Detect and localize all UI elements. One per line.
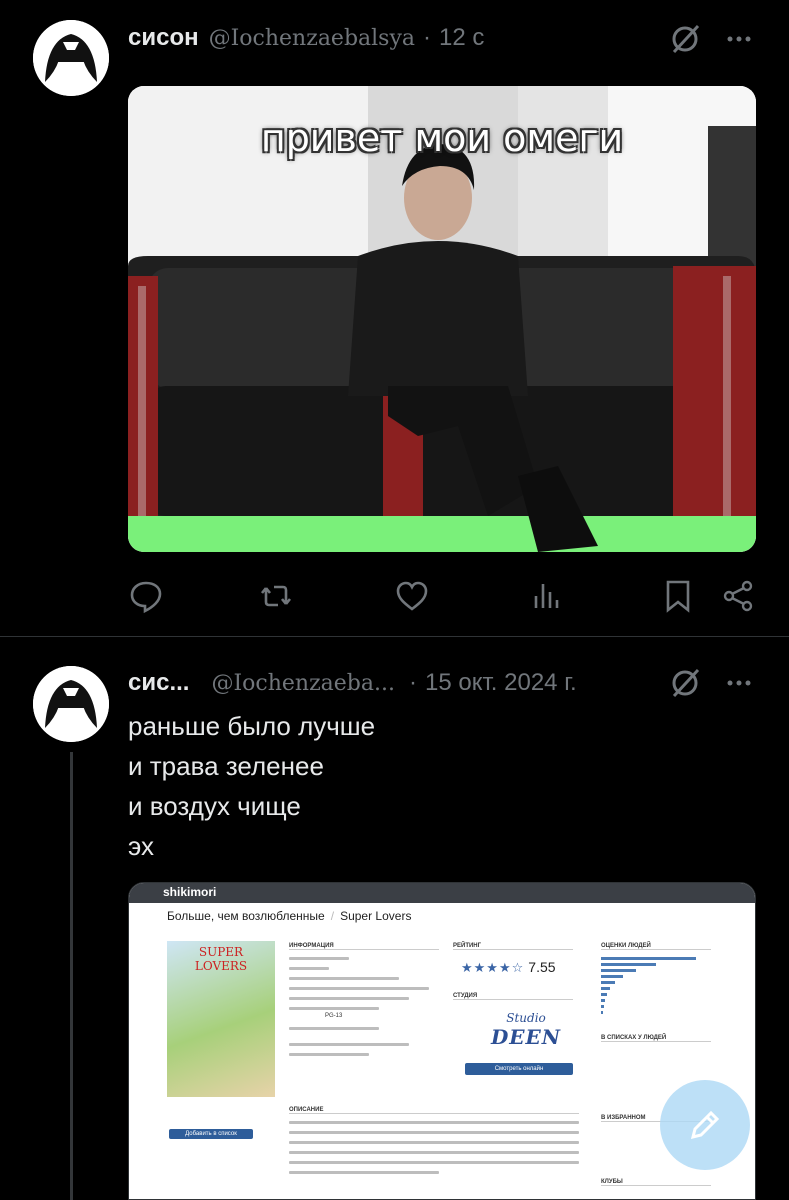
grok-icon[interactable] bbox=[668, 666, 702, 700]
tweet-line: эх bbox=[128, 831, 154, 861]
info-line bbox=[289, 987, 429, 990]
studio-line1: Studio bbox=[506, 1011, 546, 1025]
score-bar bbox=[601, 993, 607, 996]
views-icon[interactable] bbox=[528, 578, 564, 614]
score-bar bbox=[601, 987, 610, 990]
anime-title: Больше, чем возлюбленные / Super Lovers bbox=[167, 909, 412, 923]
post-1[interactable]: сисон @Iochenzaebalsya · 12 с привет мои… bbox=[0, 0, 789, 636]
info-line bbox=[289, 1007, 379, 1010]
separator-dot: · bbox=[423, 24, 432, 51]
studio-logo: Studio DEEN bbox=[481, 1011, 571, 1049]
score-bar bbox=[601, 957, 696, 960]
section-description: ОПИСАНИЕ bbox=[289, 1107, 579, 1114]
compose-button[interactable] bbox=[660, 1080, 750, 1170]
description-line bbox=[289, 1161, 579, 1164]
score-bar bbox=[601, 975, 623, 978]
info-line bbox=[289, 977, 399, 980]
user-handle[interactable]: @Iochenzaeba... bbox=[211, 671, 395, 696]
section-scores: ОЦЕНКИ ЛЮДЕЙ bbox=[601, 943, 711, 950]
post-time[interactable]: 12 с bbox=[439, 24, 484, 52]
action-bar bbox=[128, 578, 758, 618]
studio-line2: DEEN bbox=[490, 1025, 562, 1049]
info-line bbox=[289, 967, 329, 970]
post-image-screenshot[interactable]: shikimori Больше, чем возлюбленные / Super… bbox=[128, 882, 756, 1200]
score-bar bbox=[601, 963, 656, 966]
thread-line bbox=[70, 752, 73, 1200]
tweet-line: и трава зеленее bbox=[128, 751, 324, 781]
tweet-line: и воздух чище bbox=[128, 791, 301, 821]
section-info: ИНФОРМАЦИЯ bbox=[289, 943, 439, 950]
section-studio: СТУДИЯ bbox=[453, 993, 573, 1000]
anime-title-ru: Больше, чем возлюбленные bbox=[167, 909, 325, 923]
separator-dot: · bbox=[408, 669, 417, 696]
rating-score: 7.55 bbox=[528, 959, 556, 975]
avatar[interactable] bbox=[33, 666, 109, 742]
site-logo: shikimori bbox=[163, 885, 217, 899]
avatar[interactable] bbox=[33, 20, 109, 96]
display-name[interactable]: сисон bbox=[128, 24, 199, 52]
info-line bbox=[289, 997, 409, 1000]
image-caption: привет мои омеги bbox=[260, 116, 624, 160]
anime-title-en: Super Lovers bbox=[340, 909, 412, 923]
info-line bbox=[289, 1043, 409, 1046]
info-line bbox=[289, 1053, 369, 1056]
bookmark-icon[interactable] bbox=[660, 578, 696, 614]
watch-online-button: Смотреть онлайн bbox=[465, 1063, 573, 1075]
user-handle[interactable]: @Iochenzaebalsya bbox=[209, 26, 415, 51]
description-line bbox=[289, 1171, 439, 1174]
add-to-list-button: Добавить в список bbox=[169, 1129, 253, 1139]
section-rating: РЕЙТИНГ bbox=[453, 943, 573, 950]
cover-title: SUPER LOVERS bbox=[194, 945, 248, 973]
section-clubs: КЛУБЫ bbox=[601, 1179, 711, 1186]
score-bar bbox=[601, 999, 605, 1002]
post-header: сис... @Iochenzaeba... · 15 окт. 2024 г. bbox=[128, 669, 577, 697]
score-bar bbox=[601, 1011, 603, 1014]
anime-cover: SUPER LOVERS bbox=[167, 941, 275, 1097]
score-bar bbox=[601, 1005, 604, 1008]
info-line bbox=[289, 1027, 379, 1030]
post-image[interactable]: привет мои омеги bbox=[128, 86, 756, 552]
heart-icon[interactable] bbox=[394, 578, 430, 614]
post-time[interactable]: 15 окт. 2024 г. bbox=[425, 669, 577, 697]
more-icon[interactable] bbox=[722, 22, 756, 56]
tweet-text: раньше было лучше и трава зеленее и возд… bbox=[128, 706, 375, 866]
description-line bbox=[289, 1131, 579, 1134]
retweet-icon[interactable] bbox=[258, 578, 294, 614]
rating: ★★★★☆ 7.55 bbox=[461, 959, 556, 977]
reply-icon[interactable] bbox=[128, 578, 164, 614]
site-topbar: shikimori bbox=[129, 883, 755, 903]
display-name[interactable]: сис... bbox=[128, 669, 189, 697]
score-bars bbox=[601, 957, 696, 1017]
share-icon[interactable] bbox=[720, 578, 756, 614]
score-bar bbox=[601, 969, 636, 972]
description-line bbox=[289, 1121, 579, 1124]
info-line bbox=[289, 957, 349, 960]
rating-stars: ★★★★☆ bbox=[461, 960, 525, 975]
age-rating: PG-13 bbox=[325, 1013, 343, 1019]
score-bar bbox=[601, 981, 615, 984]
post-header: сисон @Iochenzaebalsya · 12 с bbox=[128, 24, 484, 52]
more-icon[interactable] bbox=[722, 666, 756, 700]
compose-icon bbox=[690, 1110, 720, 1140]
section-lists: В СПИСКАХ У ЛЮДЕЙ bbox=[601, 1035, 711, 1042]
description-line bbox=[289, 1151, 579, 1154]
grok-icon[interactable] bbox=[668, 22, 702, 56]
description-line bbox=[289, 1141, 579, 1144]
tweet-line: раньше было лучше bbox=[128, 711, 376, 741]
